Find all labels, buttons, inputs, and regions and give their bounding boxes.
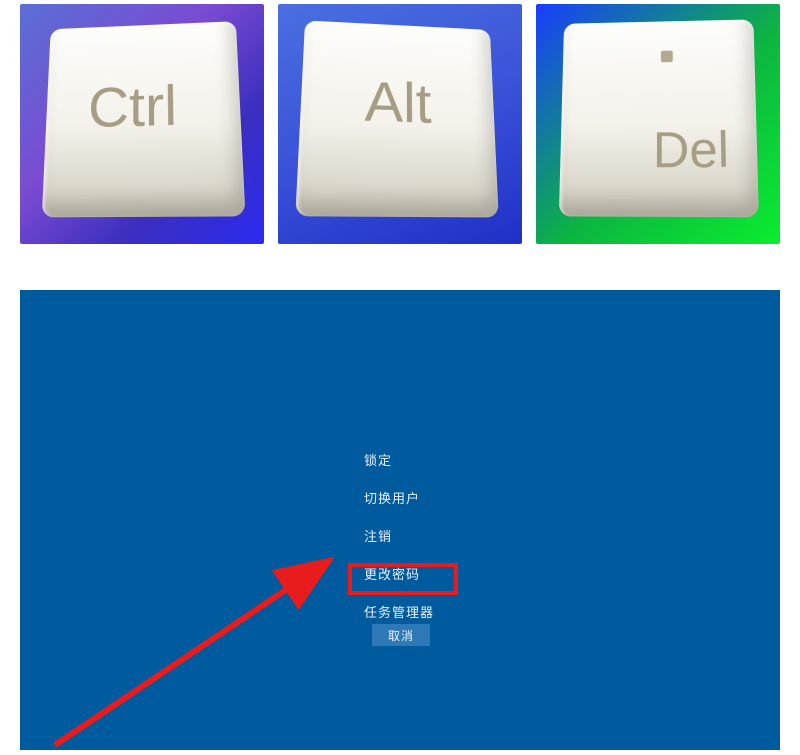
sign-out-option[interactable]: 注销 bbox=[364, 524, 434, 547]
lock-option[interactable]: 锁定 bbox=[364, 448, 434, 471]
ctrl-key-label: Ctrl bbox=[88, 74, 178, 141]
annotation-arrow-icon bbox=[20, 490, 380, 750]
del-indicator-dot bbox=[662, 51, 674, 63]
task-manager-option[interactable]: 任务管理器 bbox=[364, 600, 434, 623]
del-keycap: Del bbox=[559, 20, 759, 218]
del-key-label: Del bbox=[653, 121, 730, 180]
alt-keycap: Alt bbox=[296, 21, 500, 218]
change-password-option[interactable]: 更改密码 bbox=[364, 562, 434, 585]
keycap-row: Ctrl Alt Del bbox=[0, 0, 800, 260]
switch-user-option[interactable]: 切换用户 bbox=[364, 486, 434, 509]
del-key-tile: Del bbox=[536, 4, 780, 244]
cancel-button[interactable]: 取消 bbox=[372, 624, 430, 646]
ctrl-key-tile: Ctrl bbox=[20, 4, 264, 244]
alt-key-label: Alt bbox=[364, 71, 432, 137]
security-options-menu: 锁定 切换用户 注销 更改密码 任务管理器 bbox=[364, 448, 434, 623]
ctrl-keycap: Ctrl bbox=[42, 21, 246, 217]
alt-key-tile: Alt bbox=[278, 4, 522, 244]
windows-security-screen: 锁定 切换用户 注销 更改密码 任务管理器 取消 bbox=[20, 290, 780, 750]
